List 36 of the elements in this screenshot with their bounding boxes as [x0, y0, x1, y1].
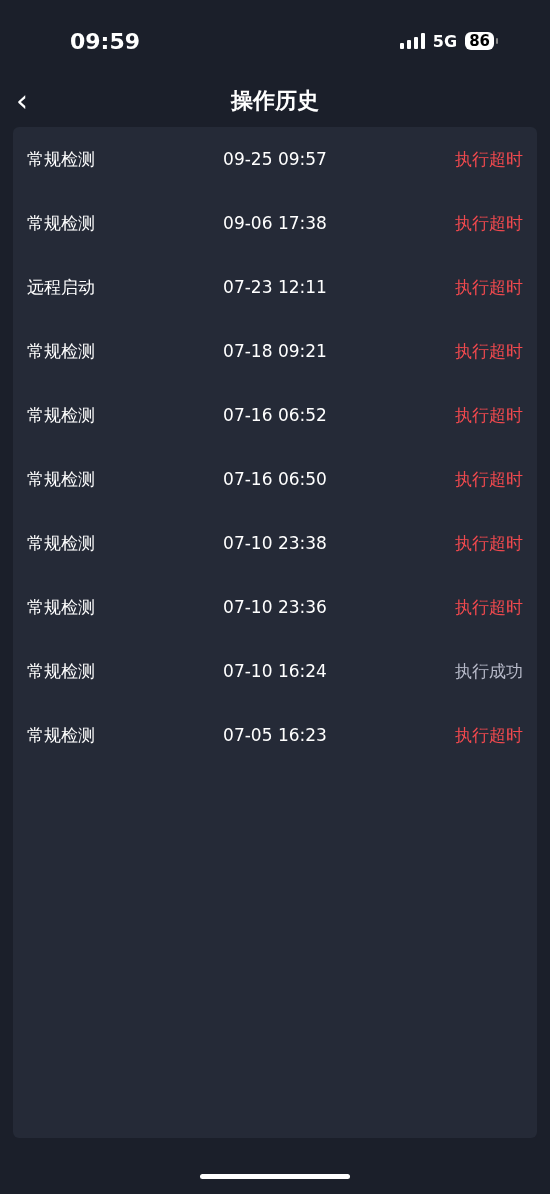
operation-name: 常规检测 [27, 147, 95, 171]
result-status: 执行超时 [455, 595, 523, 619]
result-status: 执行超时 [455, 723, 523, 747]
operation-name: 常规检测 [27, 659, 95, 683]
result-status: 执行超时 [455, 275, 523, 299]
operation-name: 常规检测 [27, 467, 95, 491]
operation-time: 07-23 12:11 [223, 277, 327, 297]
result-status: 执行成功 [455, 659, 523, 683]
network-label: 5G [432, 31, 458, 51]
operation-time: 07-18 09:21 [223, 341, 327, 361]
result-status: 执行超时 [455, 147, 523, 171]
result-status: 执行超时 [455, 339, 523, 363]
page-title: 操作历史 [231, 87, 319, 115]
operation-name: 常规检测 [27, 403, 95, 427]
operation-time: 09-06 17:38 [223, 213, 327, 233]
clock-time: 09:59 [70, 28, 142, 54]
result-status: 执行超时 [455, 403, 523, 427]
operation-name: 常规检测 [27, 723, 95, 747]
operation-name: 远程启动 [27, 275, 95, 299]
operation-time: 09-25 09:57 [223, 149, 327, 169]
operation-name: 常规检测 [27, 531, 95, 555]
operation-name: 常规检测 [27, 595, 95, 619]
result-status: 执行超时 [455, 467, 523, 491]
back-button[interactable]: ‹ [12, 86, 32, 116]
operation-time: 07-10 23:38 [223, 533, 327, 553]
operation-time: 07-16 06:50 [223, 469, 327, 489]
home-indicator[interactable] [200, 1174, 350, 1179]
operation-time: 07-05 16:23 [223, 725, 327, 745]
result-status: 执行超时 [455, 531, 523, 555]
operation-name: 常规检测 [27, 339, 95, 363]
operation-time: 07-16 06:52 [223, 405, 327, 425]
signal-icon [399, 33, 425, 49]
result-status: 执行超时 [455, 211, 523, 235]
operation-name: 常规检测 [27, 211, 95, 235]
operation-time: 07-10 23:36 [223, 597, 327, 617]
operation-time: 07-10 16:24 [223, 661, 327, 681]
